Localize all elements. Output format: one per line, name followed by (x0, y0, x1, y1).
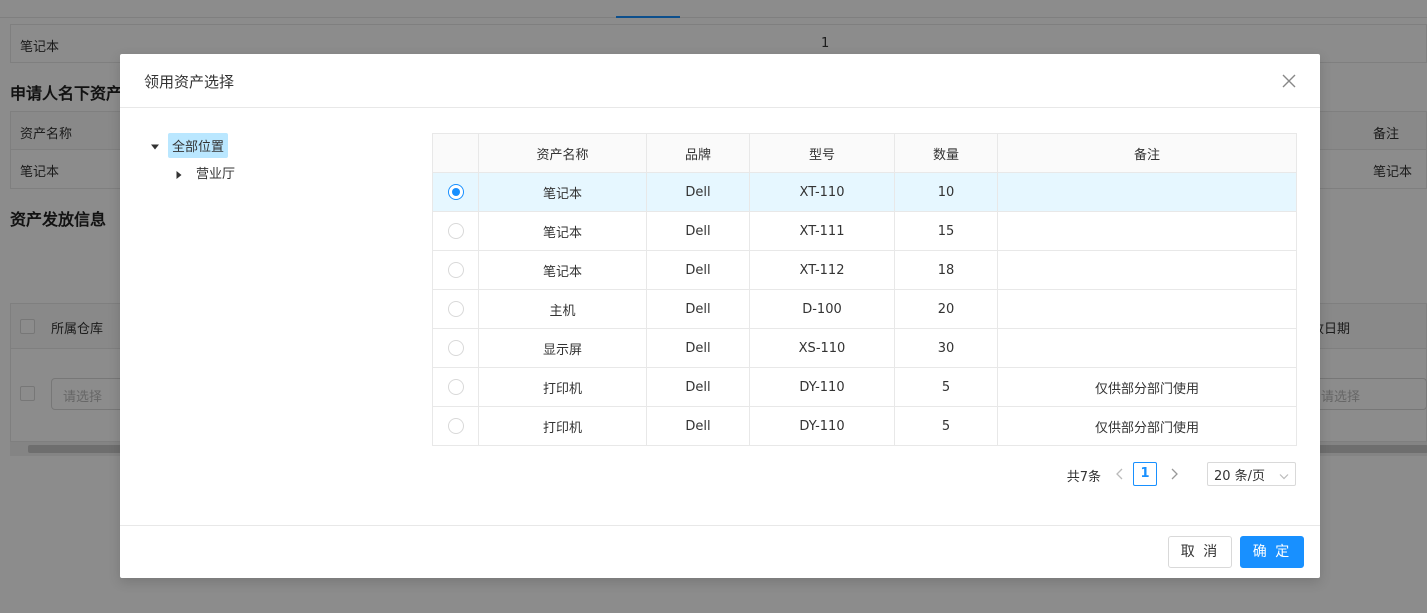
table-header-row: 资产名称 品牌 型号 数量 备注 (432, 133, 1297, 173)
row-radio-cell (432, 289, 479, 329)
table-row[interactable]: 笔记本 Dell XT-111 15 (432, 211, 1297, 251)
row-radio-cell (432, 172, 479, 212)
cell-asset-name: 主机 (478, 289, 647, 329)
cell-quantity: 10 (894, 172, 998, 212)
cell-model: D-100 (749, 289, 895, 329)
modal-header: 领用资产选择 (120, 54, 1320, 108)
cell-brand: Dell (646, 289, 750, 329)
pagination-total: 共7条 (1066, 470, 1101, 485)
modal-footer: 取 消 确 定 (120, 525, 1320, 578)
pagination: 共7条 1 20 条/页 (1036, 462, 1296, 486)
cell-model: DY-110 (749, 406, 895, 446)
row-radio-cell (432, 367, 479, 407)
cell-remark: 仅供部分部门使用 (997, 406, 1297, 446)
cell-model: XT-112 (749, 250, 895, 290)
cell-remark (997, 250, 1297, 290)
cell-model: XT-111 (749, 211, 895, 251)
page-number-button[interactable]: 1 (1133, 462, 1157, 486)
cell-asset-name: 显示屏 (478, 328, 647, 368)
col-radio (432, 133, 479, 173)
cell-model: XS-110 (749, 328, 895, 368)
caret-down-icon[interactable] (151, 140, 159, 150)
table-row[interactable]: 打印机 Dell DY-110 5 仅供部分部门使用 (432, 367, 1297, 407)
cell-model: DY-110 (749, 367, 895, 407)
cell-quantity: 30 (894, 328, 998, 368)
row-radio[interactable] (447, 379, 464, 395)
row-radio[interactable] (447, 184, 464, 200)
tree-label-child[interactable]: 营业厅 (192, 160, 239, 185)
col-asset-name: 资产名称 (478, 133, 647, 173)
cell-remark (997, 211, 1297, 251)
page-size-value: 20 条/页 (1214, 469, 1266, 484)
close-icon[interactable] (1278, 70, 1300, 92)
cell-asset-name: 笔记本 (478, 172, 647, 212)
cell-asset-name: 打印机 (478, 367, 647, 407)
cell-brand: Dell (646, 250, 750, 290)
table-row[interactable]: 显示屏 Dell XS-110 30 (432, 328, 1297, 368)
cell-remark (997, 172, 1297, 212)
table-row[interactable]: 笔记本 Dell XT-112 18 (432, 250, 1297, 290)
cancel-button[interactable]: 取 消 (1168, 536, 1232, 568)
row-radio-cell (432, 406, 479, 446)
chevron-left-icon[interactable] (1112, 465, 1128, 483)
cell-quantity: 5 (894, 406, 998, 446)
cell-remark (997, 289, 1297, 329)
modal-title: 领用资产选择 (144, 73, 235, 91)
col-quantity: 数量 (894, 133, 998, 173)
tree-label-root[interactable]: 全部位置 (168, 133, 229, 158)
cell-brand: Dell (646, 172, 750, 212)
col-model: 型号 (749, 133, 895, 173)
asset-select-modal: 领用资产选择 全部位置 营业厅 资产名称 品牌 型号 数量 备注 笔记本 Del… (120, 54, 1320, 578)
caret-right-icon[interactable] (175, 168, 183, 179)
cell-remark: 仅供部分部门使用 (997, 367, 1297, 407)
col-brand: 品牌 (646, 133, 750, 173)
chevron-right-icon[interactable] (1166, 465, 1182, 483)
row-radio[interactable] (447, 340, 464, 356)
chevron-down-icon (1279, 470, 1289, 480)
row-radio[interactable] (447, 223, 464, 239)
row-radio-cell (432, 250, 479, 290)
row-radio[interactable] (447, 262, 464, 278)
table-row[interactable]: 主机 Dell D-100 20 (432, 289, 1297, 329)
cell-quantity: 20 (894, 289, 998, 329)
cell-quantity: 5 (894, 367, 998, 407)
cell-quantity: 18 (894, 250, 998, 290)
confirm-button[interactable]: 确 定 (1240, 536, 1304, 568)
cell-brand: Dell (646, 406, 750, 446)
page-size-select[interactable]: 20 条/页 (1207, 462, 1296, 486)
row-radio[interactable] (447, 301, 464, 317)
col-remark: 备注 (997, 133, 1297, 173)
cell-model: XT-110 (749, 172, 895, 212)
row-radio-cell (432, 211, 479, 251)
table-row[interactable]: 笔记本 Dell XT-110 10 (432, 172, 1297, 212)
cell-quantity: 15 (894, 211, 998, 251)
row-radio[interactable] (447, 418, 464, 434)
cell-remark (997, 328, 1297, 368)
cell-brand: Dell (646, 211, 750, 251)
cell-asset-name: 笔记本 (478, 250, 647, 290)
table-row[interactable]: 打印机 Dell DY-110 5 仅供部分部门使用 (432, 406, 1297, 446)
cell-asset-name: 笔记本 (478, 211, 647, 251)
cell-brand: Dell (646, 367, 750, 407)
cell-brand: Dell (646, 328, 750, 368)
asset-table: 资产名称 品牌 型号 数量 备注 笔记本 Dell XT-110 10 笔记本 Dell X… (432, 133, 1297, 446)
row-radio-cell (432, 328, 479, 368)
cell-asset-name: 打印机 (478, 406, 647, 446)
